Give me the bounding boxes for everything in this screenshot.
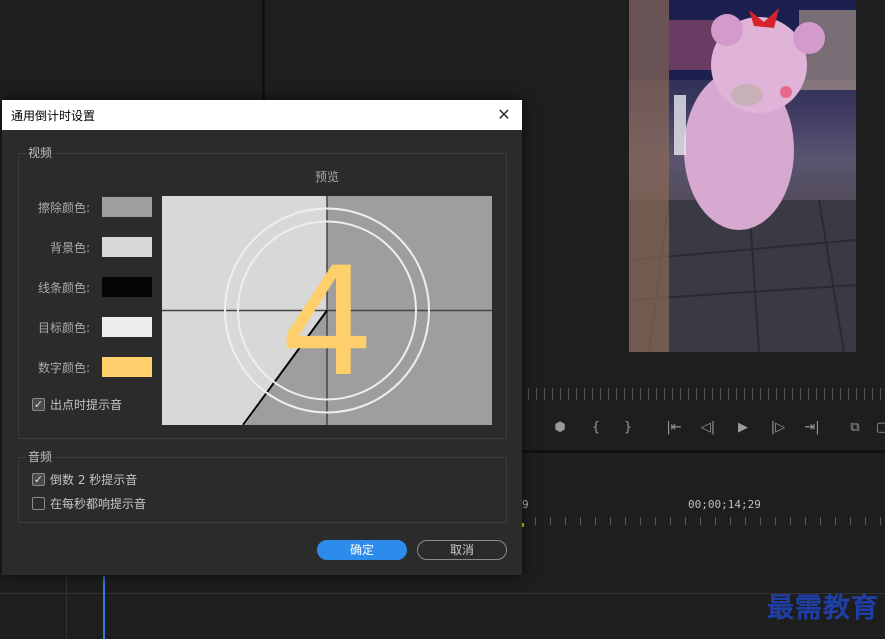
watermark-logo: 最需教育 [767,593,879,624]
timeline-ruler[interactable] [520,517,885,525]
preview-numeral: 4 [279,236,374,410]
beep-2s-checkbox-row[interactable]: ✓ 倒数 2 秒提示音 [32,471,137,488]
close-icon[interactable]: ✕ [494,105,514,125]
audio-group-title: 音频 [26,448,55,465]
mark-in-icon[interactable]: { [586,420,606,435]
cue-tone-checkbox-row[interactable]: ✓ 出点时提示音 [32,396,122,413]
panel-divider [66,576,67,639]
cue-tone-label: 出点时提示音 [50,398,123,412]
numeral-color-label: 数字颜色: [37,361,90,375]
export-frame-icon[interactable]: ⧉ [845,420,865,435]
add-marker-icon[interactable]: ⬢ [550,420,570,435]
video-group-title: 视频 [26,144,55,161]
panel-divider [262,0,265,100]
audio-group [18,457,507,523]
dialog-titlebar[interactable]: 通用倒计时设置 ✕ [2,100,522,130]
program-monitor-video [629,0,856,352]
universal-counting-leader-dialog: 通用倒计时设置 ✕ 视频 擦除颜色: 背景色: 线条颜色: 目标颜色: 数字颜色… [2,100,522,575]
beep-each-second-label: 在每秒都响提示音 [50,497,147,511]
line-color-swatch[interactable] [102,277,152,297]
play-icon[interactable]: ▶ [733,420,753,435]
numeral-color-swatch[interactable] [102,357,152,377]
step-back-icon[interactable]: ◁| [698,420,718,435]
line-color-label: 线条颜色: [37,281,90,295]
background-color-swatch[interactable] [102,237,152,257]
ok-button[interactable]: 确定 [317,540,407,560]
countdown-preview: 4 [162,196,492,425]
beep-2s-label: 倒数 2 秒提示音 [50,473,138,487]
beep-each-second-checkbox-row[interactable]: 在每秒都响提示音 [32,495,146,512]
video-scene-image [629,0,856,352]
panel-divider [0,593,885,594]
wipe-color-label: 擦除颜色: [37,201,90,215]
step-forward-icon[interactable]: |▷ [768,420,788,435]
cancel-button[interactable]: 取消 [417,540,507,560]
monitor-time-ruler[interactable] [528,388,885,400]
go-to-in-icon[interactable]: |⇤ [664,420,684,435]
panel-divider [522,450,885,453]
button-editor-icon[interactable]: ▢ [872,420,885,435]
background-color-label: 背景色: [49,241,90,255]
dialog-title: 通用倒计时设置 [11,109,96,123]
beep-each-second-checkbox[interactable] [32,497,45,510]
go-to-out-icon[interactable]: ⇥| [802,420,822,435]
timeline-timecode: 9 [522,498,529,511]
target-color-label: 目标颜色: [37,321,90,335]
timeline-playhead[interactable] [103,576,105,639]
mark-out-icon[interactable]: } [618,420,638,435]
timeline-timecode: 00;00;14;29 [688,498,761,511]
beep-2s-checkbox[interactable]: ✓ [32,473,45,486]
wipe-color-swatch[interactable] [102,197,152,217]
target-color-swatch[interactable] [102,317,152,337]
cue-tone-checkbox[interactable]: ✓ [32,398,45,411]
preview-label: 预览 [315,170,340,184]
